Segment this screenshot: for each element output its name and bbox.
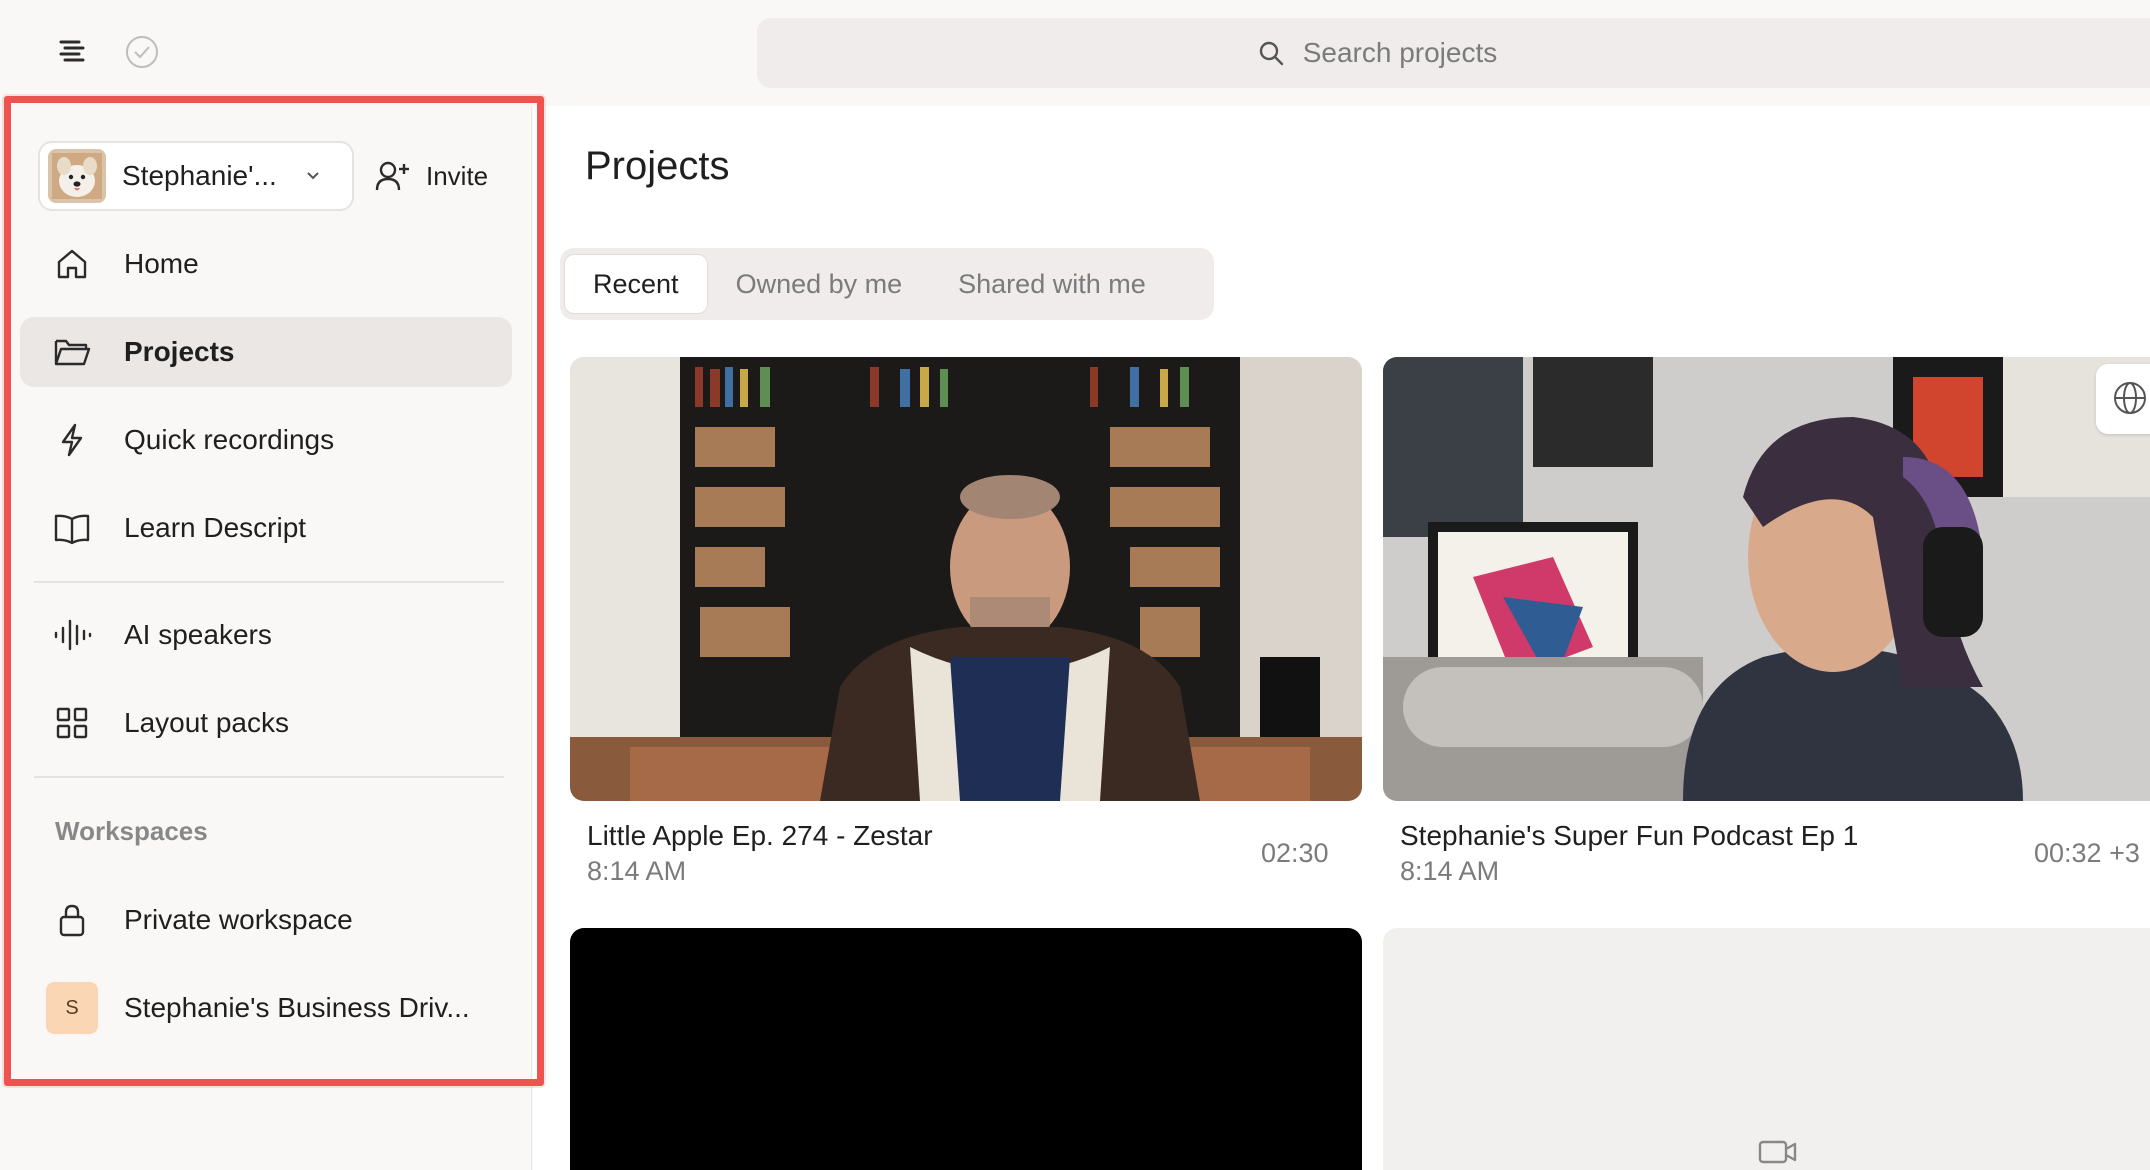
project-title[interactable]: Little Apple Ep. 274 - Zestar — [587, 820, 933, 852]
sidebar-divider — [34, 776, 504, 778]
project-title[interactable]: Stephanie's Super Fun Podcast Ep 1 — [1400, 820, 1858, 852]
sidebar-item-business-drive[interactable]: S Stephanie's Business Driv... — [20, 973, 512, 1043]
book-icon — [52, 508, 92, 548]
workspace-switcher[interactable]: Stephanie'... — [38, 141, 354, 211]
invite-label: Invite — [426, 160, 489, 191]
sidebar-item-label: Learn Descript — [124, 512, 307, 543]
home-icon — [52, 244, 92, 284]
project-thumbnail[interactable] — [570, 357, 1362, 801]
sidebar-item-private-workspace[interactable]: Private workspace — [20, 885, 512, 955]
lock-icon — [52, 900, 92, 940]
search-icon — [1259, 41, 1283, 66]
sidebar-item-home[interactable]: Home — [20, 229, 512, 299]
video-camera-icon — [1758, 1140, 1797, 1164]
sidebar-item-label: AI speakers — [124, 619, 272, 650]
workspace-badge: S — [46, 982, 98, 1034]
globe-icon[interactable] — [2096, 364, 2150, 434]
lightning-icon — [52, 420, 92, 460]
project-duration: 00:32 +3 — [2034, 838, 2140, 868]
sidebar-item-label: Private workspace — [124, 904, 353, 935]
sidebar-item-label: Stephanie's Business Driv... — [124, 992, 470, 1023]
search-bar[interactable]: Search projects — [757, 18, 2150, 88]
folder-icon — [52, 332, 92, 372]
tab-owned-by-me[interactable]: Owned by me — [708, 254, 931, 314]
tab-recent[interactable]: Recent — [564, 254, 708, 314]
waveform-icon — [52, 615, 92, 655]
avatar — [48, 149, 106, 203]
project-tabs: Recent Owned by me Shared with me — [560, 248, 1214, 320]
sidebar-item-label: Projects — [124, 336, 235, 367]
page-title: Projects — [585, 144, 730, 188]
workspaces-heading: Workspaces — [55, 816, 208, 846]
sidebar-item-quick-recordings[interactable]: Quick recordings — [20, 405, 512, 475]
grid-icon — [52, 703, 92, 743]
project-duration: 02:30 — [1261, 838, 1329, 868]
top-bar: Search projects — [0, 0, 2150, 106]
sidebar-divider — [34, 581, 504, 583]
sidebar-item-label: Home — [124, 248, 199, 279]
project-thumbnail[interactable] — [570, 928, 1362, 1170]
project-time: 8:14 AM — [587, 856, 687, 886]
project-thumbnail[interactable] — [1383, 928, 2150, 1170]
menu-icon[interactable] — [50, 30, 94, 74]
chevron-down-icon — [307, 172, 319, 180]
sidebar-item-label: Quick recordings — [124, 424, 335, 455]
workspace-name: Stephanie'... — [122, 160, 277, 191]
tab-shared-with-me[interactable]: Shared with me — [930, 254, 1174, 314]
search-placeholder: Search projects — [1302, 37, 1498, 68]
invite-button[interactable]: Invite — [374, 141, 488, 211]
sidebar-item-layout-packs[interactable]: Layout packs — [20, 688, 512, 758]
sidebar-item-label: Layout packs — [124, 707, 289, 738]
sidebar-item-learn-descript[interactable]: Learn Descript — [20, 493, 512, 563]
project-thumbnail[interactable] — [1383, 357, 2150, 801]
sync-check-icon[interactable] — [120, 30, 164, 74]
sidebar-item-projects[interactable]: Projects — [20, 317, 512, 387]
project-time: 8:14 AM — [1400, 856, 1500, 886]
sidebar-item-ai-speakers[interactable]: AI speakers — [20, 600, 512, 670]
add-user-icon — [375, 161, 409, 191]
